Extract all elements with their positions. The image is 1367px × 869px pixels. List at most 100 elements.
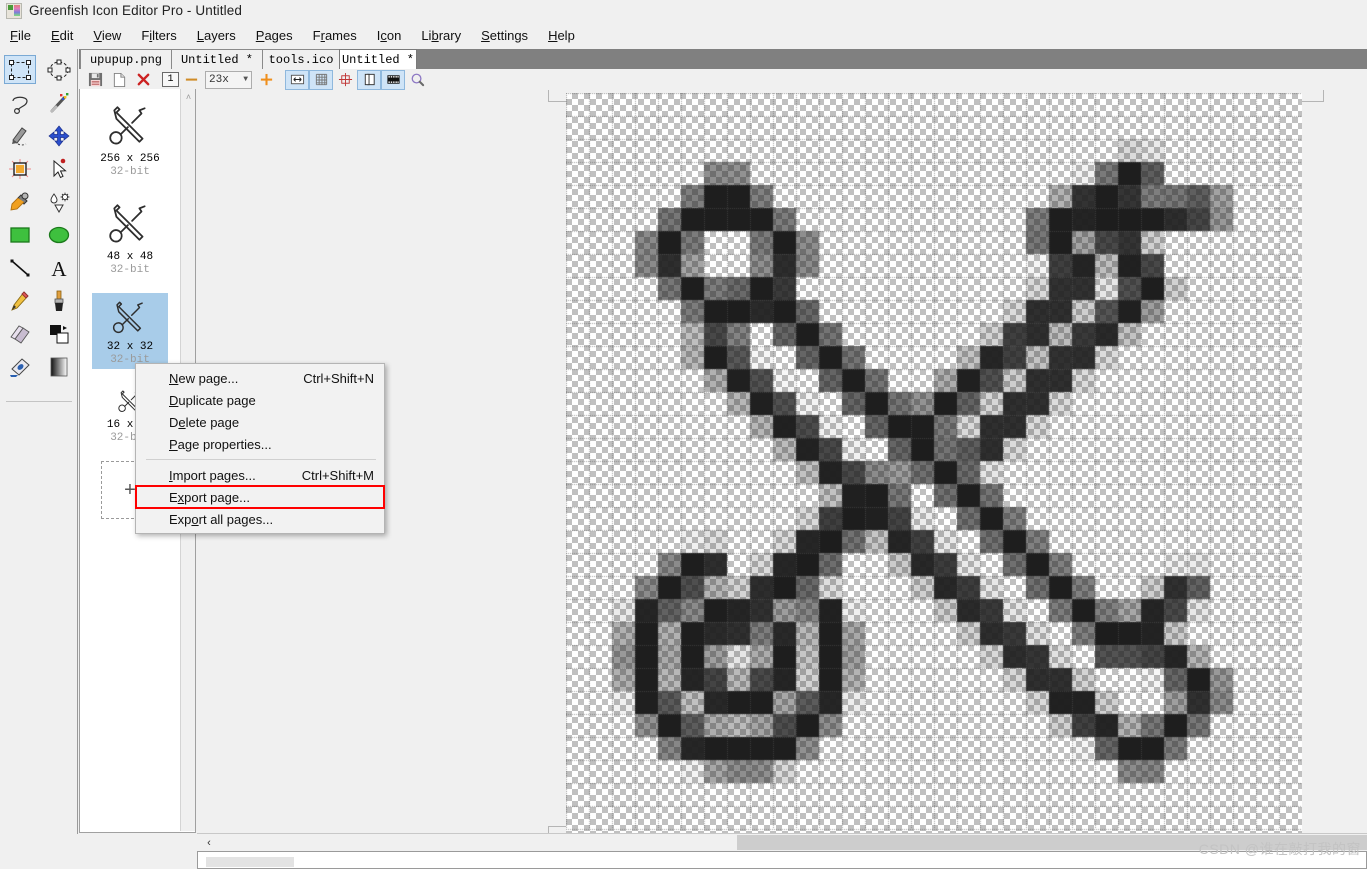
canvas-corner-mark-top-right: [1302, 90, 1324, 102]
tool-palette-divider: [6, 401, 72, 402]
line-tool[interactable]: [0, 251, 39, 284]
stamp-tool[interactable]: [0, 350, 39, 383]
zoom-out-button[interactable]: [179, 70, 203, 90]
menu-file[interactable]: File: [0, 26, 41, 45]
four-arrows-move-icon: [43, 121, 75, 150]
tab-label: tools.ico: [268, 52, 334, 67]
scrollbar-thumb[interactable]: [737, 835, 1367, 850]
move-tool[interactable]: [39, 119, 78, 152]
menu-help[interactable]: Help: [538, 26, 585, 45]
document-tab-2[interactable]: tools.ico: [262, 49, 340, 69]
document-tab-1[interactable]: Untitled *: [171, 49, 263, 69]
transform-tool[interactable]: [0, 152, 39, 185]
page-size-label: 256 x 256: [100, 153, 160, 165]
menu-library[interactable]: Library: [411, 26, 471, 45]
context-menu-item-new-page[interactable]: New page... Ctrl+Shift+N: [136, 367, 384, 389]
context-menu-item-label: Import pages...: [169, 467, 256, 483]
canvas-corner-mark-top-left: [548, 90, 568, 102]
document-tab-0[interactable]: upupup.png: [80, 49, 172, 69]
context-menu-item-delete-page[interactable]: Delete page: [136, 411, 384, 433]
drop-sun-triangle-icon: [43, 187, 75, 216]
bottom-panel: [197, 851, 1367, 869]
page-size-label: 48 x 48: [106, 251, 154, 263]
eraser-icon: [4, 319, 36, 348]
ellipse-shape-tool[interactable]: [39, 218, 78, 251]
scroll-left-icon[interactable]: ‹: [201, 834, 217, 851]
context-menu-item-shortcut: Ctrl+Shift+N: [303, 370, 374, 386]
page-size-label: 32 x 32: [106, 341, 154, 353]
new-page-button[interactable]: [107, 70, 131, 90]
eraser-tool[interactable]: [0, 317, 39, 350]
paintbrush-icon: [43, 286, 75, 315]
show-grid-toggle[interactable]: [309, 69, 333, 90]
context-menu-item-label: Export page...: [169, 489, 250, 505]
zoom-level-combobox[interactable]: 23x ▼: [205, 70, 252, 89]
canvas-corner-mark-bottom-left: [548, 826, 568, 833]
page-item-48x48[interactable]: 48 x 48 32-bit: [92, 195, 168, 279]
rectangle-shape-tool[interactable]: [0, 218, 39, 251]
editor-toolbar: 1 23x ▼: [79, 69, 1367, 90]
context-menu-item-export-all-pages[interactable]: Export all pages...: [136, 508, 384, 530]
menu-view[interactable]: View: [83, 26, 131, 45]
zoom-tool-button[interactable]: [405, 70, 429, 90]
freehand-select-tool[interactable]: [0, 119, 39, 152]
menu-bar: File Edit View Filters Layers Pages Frames Icon…: [0, 24, 1367, 47]
context-menu-item-page-properties[interactable]: Page properties...: [136, 433, 384, 455]
pages-context-menu[interactable]: New page... Ctrl+Shift+N Duplicate page Del…: [135, 363, 385, 534]
frames-panel-toggle[interactable]: [381, 69, 405, 90]
menu-filters[interactable]: Filters: [131, 26, 186, 45]
polygon-select-tool[interactable]: [39, 53, 78, 86]
document-tab-3[interactable]: Untitled *: [339, 49, 417, 70]
pencil-tool[interactable]: [0, 284, 39, 317]
blue-stamp-icon: [4, 352, 36, 381]
menu-layers[interactable]: Layers: [187, 26, 246, 45]
document-tab-strip: upupup.png Untitled * tools.ico Untitled *: [79, 49, 1367, 70]
tool-palette: A: [0, 49, 78, 869]
fit-width-toggle[interactable]: [285, 69, 309, 90]
context-menu-item-duplicate-page[interactable]: Duplicate page: [136, 389, 384, 411]
page-item-256x256[interactable]: 256 x 256 32-bit: [92, 97, 168, 181]
lasso-select-tool[interactable]: [0, 86, 39, 119]
artwork-layer: [566, 93, 1302, 833]
greenfish-logo-icon: [6, 2, 22, 19]
menu-edit[interactable]: Edit: [41, 26, 83, 45]
eyedropper-icon: [4, 187, 36, 216]
context-menu-separator: [146, 459, 376, 460]
save-button[interactable]: [83, 70, 107, 90]
rectangular-select-tool[interactable]: [0, 53, 39, 86]
text-tool[interactable]: A: [39, 251, 78, 284]
fill-tool[interactable]: [39, 317, 78, 350]
menu-frames[interactable]: Frames: [303, 26, 367, 45]
gradient-tool[interactable]: [39, 350, 78, 383]
tools-icon-thumbnail: [107, 102, 153, 151]
color-picker-tool[interactable]: [0, 185, 39, 218]
menu-pages[interactable]: Pages: [246, 26, 303, 45]
menu-settings[interactable]: Settings: [471, 26, 538, 45]
layers-panel-toggle[interactable]: [357, 69, 381, 90]
page-item-32x32[interactable]: 32 x 32 32-bit: [92, 293, 168, 369]
bottom-left-filler: [0, 834, 79, 869]
menu-icon[interactable]: Icon: [367, 26, 412, 45]
icon-edit-canvas[interactable]: [566, 93, 1302, 833]
scroll-up-icon[interactable]: ˄: [181, 89, 196, 104]
zoom-level-value: 23x: [209, 73, 229, 86]
delete-page-button[interactable]: [131, 70, 155, 90]
pointer-select-tool[interactable]: [39, 152, 78, 185]
pencil-icon: [4, 286, 36, 315]
tools-icon-thumbnail: [107, 200, 153, 249]
tab-label: upupup.png: [89, 52, 162, 67]
chevron-down-icon: ▼: [243, 75, 248, 84]
canvas-horizontal-scrollbar[interactable]: ‹: [197, 833, 1367, 850]
show-guides-toggle[interactable]: [333, 70, 357, 90]
pen-dashed-icon: [4, 121, 36, 150]
page-number-indicator: 1: [162, 72, 179, 87]
application-window: Greenfish Icon Editor Pro - Untitled Fil…: [0, 0, 1367, 869]
magic-wand-tool[interactable]: [39, 86, 78, 119]
diagonal-line-icon: [4, 253, 36, 282]
context-menu-item-import-pages[interactable]: Import pages... Ctrl+Shift+M: [136, 464, 384, 486]
adjust-tool[interactable]: [39, 185, 78, 218]
context-menu-item-export-page[interactable]: Export page...: [135, 485, 385, 509]
dashed-ellipse-nodes-icon: [43, 55, 75, 84]
zoom-in-button[interactable]: [254, 70, 278, 90]
brush-tool[interactable]: [39, 284, 78, 317]
